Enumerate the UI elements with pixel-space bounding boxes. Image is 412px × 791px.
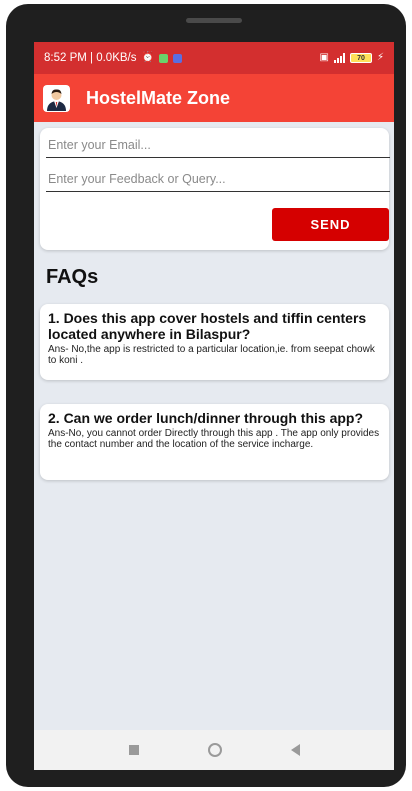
feedback-input[interactable] (46, 166, 390, 192)
businessman-avatar-icon (43, 84, 70, 112)
charging-icon: ⚡ (376, 52, 384, 63)
alarm-icon: ⏰ (141, 52, 154, 63)
faq-answer: Ans-No, you cannot order Directly throug… (48, 428, 380, 450)
phone-frame: 8:52 PM | 0.0KB/s ⏰ ▣ 70 ⚡ HostelMate Zo… (6, 4, 406, 787)
faq-item: 1. Does this app cover hostels and tiffi… (40, 304, 389, 380)
back-icon[interactable] (290, 744, 300, 756)
app-title: HostelMate Zone (86, 87, 231, 108)
status-left: 8:52 PM | 0.0KB/s ⏰ (44, 52, 182, 64)
app-screen: 8:52 PM | 0.0KB/s ⏰ ▣ 70 ⚡ HostelMate Zo… (34, 42, 394, 770)
faq-question: 1. Does this app cover hostels and tiffi… (48, 310, 367, 342)
signal-icon (333, 53, 345, 63)
battery-icon: 70 (349, 53, 372, 63)
notification-app-icon (158, 53, 168, 63)
phone-speaker (186, 18, 242, 23)
feedback-card: SEND (40, 128, 390, 250)
status-time: 8:52 PM | 0.0KB/s (44, 52, 137, 64)
data-icon: ▣ (319, 52, 329, 63)
status-bar: 8:52 PM | 0.0KB/s ⏰ ▣ 70 ⚡ (34, 42, 394, 74)
email-input[interactable] (46, 132, 390, 158)
faq-answer: Ans- No,the app is restricted to a parti… (48, 344, 375, 366)
navigation-bar (34, 730, 394, 770)
send-button[interactable]: SEND (272, 208, 389, 241)
faq-question: 2. Can we order lunch/dinner through thi… (48, 410, 364, 426)
status-right: ▣ 70 ⚡ (320, 53, 384, 63)
faq-item: 2. Can we order lunch/dinner through thi… (40, 404, 389, 480)
recent-apps-icon[interactable] (128, 745, 139, 755)
app-bar: HostelMate Zone (34, 74, 394, 122)
notification-app-icon-2 (172, 53, 182, 63)
faq-heading: FAQs (46, 266, 99, 288)
home-icon[interactable] (207, 743, 222, 757)
